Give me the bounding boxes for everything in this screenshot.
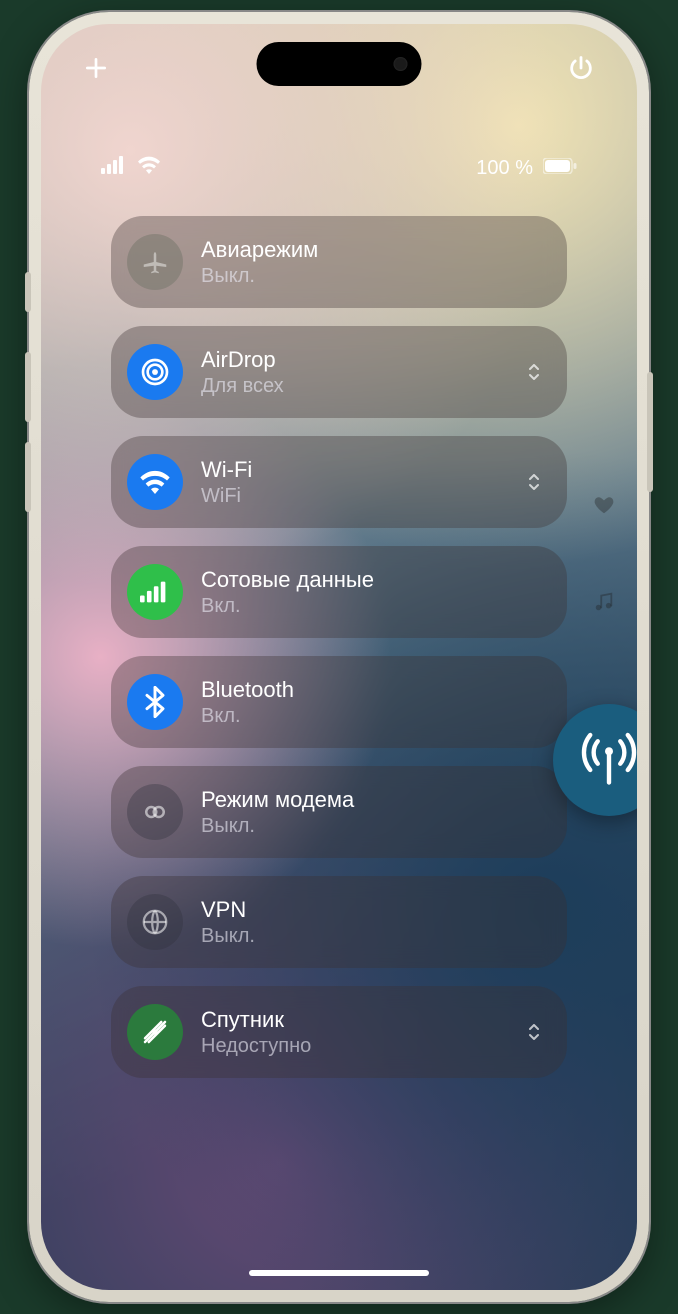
control-title: Режим модема	[201, 787, 545, 813]
vpn-icon	[127, 894, 183, 950]
mute-switch	[25, 272, 31, 312]
control-row-satellite[interactable]: СпутникНедоступно	[111, 986, 567, 1078]
control-row-wifi[interactable]: Wi-FiWiFi	[111, 436, 567, 528]
screen: 100 % АвиарежимВыкл.AirDropДля всехWi-Fi…	[41, 24, 637, 1290]
control-row-cellular[interactable]: Сотовые данныеВкл.	[111, 546, 567, 638]
expand-chevron-icon[interactable]	[523, 1018, 545, 1046]
control-row-labels: Wi-FiWiFi	[201, 457, 523, 508]
control-row-labels: BluetoothВкл.	[201, 677, 545, 728]
volume-down-button	[25, 442, 31, 512]
wifi-status-icon	[137, 156, 161, 180]
control-subtitle: Вкл.	[201, 705, 545, 728]
connectivity-list: АвиарежимВыкл.AirDropДля всехWi-FiWiFiСо…	[111, 216, 567, 1078]
wifi-icon	[127, 454, 183, 510]
control-row-airplane[interactable]: АвиарежимВыкл.	[111, 216, 567, 308]
control-row-labels: СпутникНедоступно	[201, 1007, 523, 1058]
power-hardware-button	[647, 372, 653, 492]
page-indicators	[593, 494, 615, 618]
hotspot-icon	[127, 784, 183, 840]
control-row-bluetooth[interactable]: BluetoothВкл.	[111, 656, 567, 748]
music-page-icon[interactable]	[593, 591, 615, 618]
expand-chevron-icon[interactable]	[523, 358, 545, 386]
control-title: Bluetooth	[201, 677, 545, 703]
airdrop-icon	[127, 344, 183, 400]
dynamic-island	[257, 42, 422, 86]
status-bar: 100 %	[41, 154, 637, 182]
cellular-signal-icon	[101, 156, 127, 180]
control-subtitle: Выкл.	[201, 265, 545, 288]
control-row-vpn[interactable]: VPNВыкл.	[111, 876, 567, 968]
battery-percentage: 100 %	[476, 157, 533, 180]
phone-frame: 100 % АвиарежимВыкл.AirDropДля всехWi-Fi…	[29, 12, 649, 1302]
home-indicator[interactable]	[249, 1270, 429, 1276]
power-button[interactable]	[567, 54, 595, 82]
control-title: Wi-Fi	[201, 457, 523, 483]
control-row-labels: Режим модемаВыкл.	[201, 787, 545, 838]
battery-icon	[543, 157, 577, 180]
favorites-page-icon[interactable]	[593, 494, 615, 521]
add-control-button[interactable]	[83, 55, 109, 81]
cellular-icon	[127, 564, 183, 620]
control-subtitle: Для всех	[201, 375, 523, 398]
control-row-hotspot[interactable]: Режим модемаВыкл.	[111, 766, 567, 858]
control-title: Спутник	[201, 1007, 523, 1033]
control-subtitle: Выкл.	[201, 815, 545, 838]
control-row-labels: AirDropДля всех	[201, 347, 523, 398]
airplane-icon	[127, 234, 183, 290]
control-title: VPN	[201, 897, 545, 923]
volume-up-button	[25, 352, 31, 422]
control-subtitle: Выкл.	[201, 925, 545, 948]
control-subtitle: Недоступно	[201, 1035, 523, 1058]
control-row-labels: АвиарежимВыкл.	[201, 237, 545, 288]
control-subtitle: Вкл.	[201, 595, 545, 618]
control-row-airdrop[interactable]: AirDropДля всех	[111, 326, 567, 418]
control-title: Авиарежим	[201, 237, 545, 263]
control-subtitle: WiFi	[201, 485, 523, 508]
control-row-labels: Сотовые данныеВкл.	[201, 567, 545, 618]
control-title: Сотовые данные	[201, 567, 545, 593]
control-row-labels: VPNВыкл.	[201, 897, 545, 948]
bluetooth-icon	[127, 674, 183, 730]
control-title: AirDrop	[201, 347, 523, 373]
expand-chevron-icon[interactable]	[523, 468, 545, 496]
satellite-icon	[127, 1004, 183, 1060]
